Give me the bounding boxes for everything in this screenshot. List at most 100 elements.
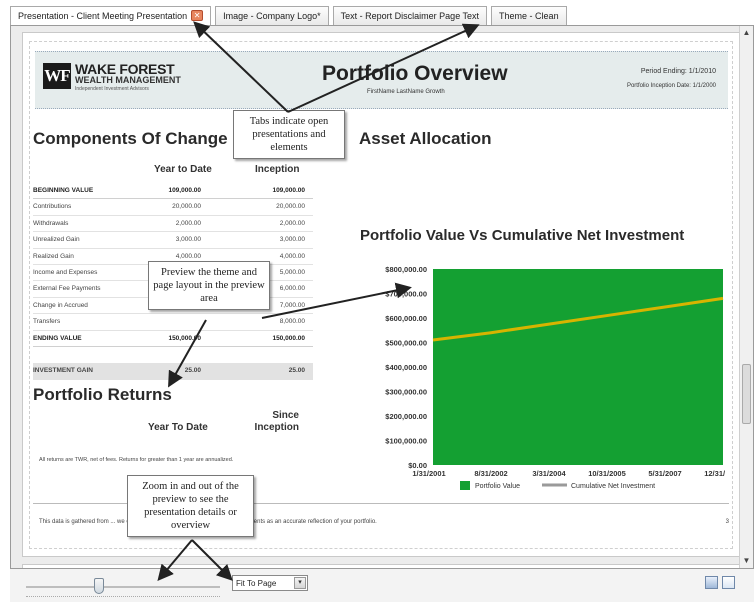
returns-note: All returns are TWR, net of fees. Return… xyxy=(39,457,234,463)
chevron-down-icon[interactable]: ▾ xyxy=(294,577,306,589)
tab-disclaimer-text[interactable]: Text - Report Disclaimer Page Text xyxy=(332,6,488,25)
table-row: Transfers 8,000.00 xyxy=(33,314,313,331)
y-tick-label: $100,000.00 xyxy=(385,437,427,446)
y-tick-label: $700,000.00 xyxy=(385,290,427,299)
report-title: Portfolio Overview xyxy=(322,62,508,85)
row-label: Withdrawals xyxy=(33,219,69,227)
layout-icon[interactable] xyxy=(722,576,735,589)
zoom-fit-select[interactable]: Fit To Page ▾ xyxy=(232,575,308,591)
row-value-incep: 109,000.00 xyxy=(272,187,305,194)
tab-label: Presentation - Client Meeting Presentati… xyxy=(18,11,188,21)
row-label: Unrealized Gain xyxy=(33,236,80,244)
zoom-slider-thumb[interactable] xyxy=(94,578,104,594)
tab-label: Text - Report Disclaimer Page Text xyxy=(340,11,480,21)
report-subtitle: FirstName LastName Growth xyxy=(367,89,445,95)
tab-theme[interactable]: Theme - Clean xyxy=(491,6,567,25)
row-value-incep: 2,000.00 xyxy=(279,219,305,227)
row-label: INVESTMENT GAIN xyxy=(33,367,93,375)
row-label: Change in Accrued xyxy=(33,301,88,309)
row-value-incep: 7,000.00 xyxy=(279,301,305,309)
row-label: External Fee Payments xyxy=(33,285,101,293)
bottom-toolbar: Fit To Page ▾ xyxy=(10,569,754,602)
logo-subtitle: WEALTH MANAGEMENT xyxy=(75,75,181,85)
preview-area[interactable]: WF WAKE FOREST WEALTH MANAGEMENT Indepen… xyxy=(10,25,754,569)
callout-zoom: Zoom in and out of the preview to see th… xyxy=(127,475,254,537)
components-title: Components Of Change xyxy=(33,129,228,148)
tab-label: Image - Company Logo* xyxy=(223,11,321,21)
y-tick-label: $800,000.00 xyxy=(385,265,427,274)
scroll-thumb[interactable] xyxy=(742,364,751,424)
zoom-slider-ticks xyxy=(26,596,220,598)
returns-col-since: Since xyxy=(272,410,299,421)
legend-label-net-investment: Cumulative Net Investment xyxy=(571,483,655,490)
row-value-ytd: 25.00 xyxy=(184,367,201,375)
row-value-incep: 6,000.00 xyxy=(279,285,305,293)
logo-tagline: Independent Investment Advisors xyxy=(75,86,149,92)
callout-tabs: Tabs indicate open presentations and ele… xyxy=(233,110,345,159)
table-row: INVESTMENT GAIN 25.00 25.00 xyxy=(33,363,313,380)
portfolio-chart: $0.00$100,000.00$200,000.00$300,000.00$4… xyxy=(385,265,725,490)
table-row: Contributions 20,000.00 20,000.00 xyxy=(33,199,313,216)
y-tick-label: $200,000.00 xyxy=(385,412,427,421)
row-value-ytd: 109,000.00 xyxy=(168,187,201,194)
row-value-incep: 25.00 xyxy=(288,367,305,375)
row-label: BEGINNING VALUE xyxy=(33,187,94,194)
row-label: Contributions xyxy=(33,203,72,211)
callout-preview: Preview the theme and page layout in the… xyxy=(148,261,270,310)
inception-date: Portfolio Inception Date: 1/1/2000 xyxy=(626,83,716,89)
table-row: ENDING VALUE 150,000.00 150,000.00 xyxy=(33,331,313,347)
legend-swatch-portfolio-value xyxy=(460,481,470,490)
zoom-fit-value: Fit To Page xyxy=(236,579,277,588)
row-value-incep: 150,000.00 xyxy=(272,334,305,342)
tab-company-logo[interactable]: Image - Company Logo* xyxy=(215,6,329,25)
scroll-down-icon[interactable]: ▼ xyxy=(742,556,751,565)
table-row: Withdrawals 2,000.00 2,000.00 xyxy=(33,216,313,233)
tab-presentation[interactable]: Presentation - Client Meeting Presentati… xyxy=(10,6,212,25)
scroll-up-icon[interactable]: ▲ xyxy=(742,28,751,37)
col-inception: Inception xyxy=(255,164,300,175)
table-row xyxy=(33,347,313,363)
y-tick-label: $500,000.00 xyxy=(385,339,427,348)
y-tick-label: $600,000.00 xyxy=(385,314,427,323)
row-label: Realized Gain xyxy=(33,252,74,260)
y-tick-label: $300,000.00 xyxy=(385,388,427,397)
col-year-to-date: Year to Date xyxy=(154,164,212,175)
company-logo: WF xyxy=(43,63,71,89)
row-value-incep: 5,000.00 xyxy=(279,268,305,276)
row-value-incep: 3,000.00 xyxy=(279,236,305,244)
save-icon[interactable] xyxy=(705,576,718,589)
row-label: Income and Expenses xyxy=(33,268,98,276)
portfolio-value-area xyxy=(433,269,723,465)
row-value-ytd: 20,000.00 xyxy=(172,203,201,211)
vertical-scrollbar[interactable]: ▲ ▼ xyxy=(739,26,753,568)
row-value-ytd: 150,000.00 xyxy=(168,334,201,342)
y-tick-label: $400,000.00 xyxy=(385,363,427,372)
row-value-ytd: 4,000.00 xyxy=(175,252,201,260)
legend-label-portfolio-value: Portfolio Value xyxy=(475,483,520,490)
table-row: Unrealized Gain 3,000.00 3,000.00 xyxy=(33,232,313,249)
close-tab-icon[interactable]: ✕ xyxy=(191,10,204,21)
tab-bar: Presentation - Client Meeting Presentati… xyxy=(10,6,567,26)
report-header: WF WAKE FOREST WEALTH MANAGEMENT Indepen… xyxy=(35,51,728,109)
row-value-incep: 8,000.00 xyxy=(279,318,305,326)
returns-col-inception: Inception xyxy=(254,422,299,433)
row-value-ytd: 2,000.00 xyxy=(175,219,201,227)
x-tick-label: 5/31/2007 xyxy=(648,469,681,478)
table-row: BEGINNING VALUE 109,000.00 109,000.00 xyxy=(33,183,313,200)
row-label: Transfers xyxy=(33,318,61,326)
row-value-incep: 20,000.00 xyxy=(276,203,305,211)
x-tick-label: 12/31/2008 xyxy=(704,469,725,478)
tab-label: Theme - Clean xyxy=(499,11,559,21)
row-label: ENDING VALUE xyxy=(33,334,82,342)
row-value-ytd: 3,000.00 xyxy=(175,236,201,244)
asset-allocation-title: Asset Allocation xyxy=(359,129,492,148)
returns-col-ytd: Year To Date xyxy=(148,422,208,433)
x-tick-label: 3/31/2004 xyxy=(532,469,566,478)
chart-title: Portfolio Value Vs Cumulative Net Invest… xyxy=(360,227,685,244)
period-ending: Period Ending: 1/1/2010 xyxy=(640,68,716,75)
x-tick-label: 8/31/2002 xyxy=(474,469,507,478)
zoom-slider-track[interactable] xyxy=(26,586,220,588)
x-tick-label: 1/31/2001 xyxy=(412,469,445,478)
portfolio-returns-title: Portfolio Returns xyxy=(33,385,172,404)
row-value-incep: 4,000.00 xyxy=(279,252,305,260)
